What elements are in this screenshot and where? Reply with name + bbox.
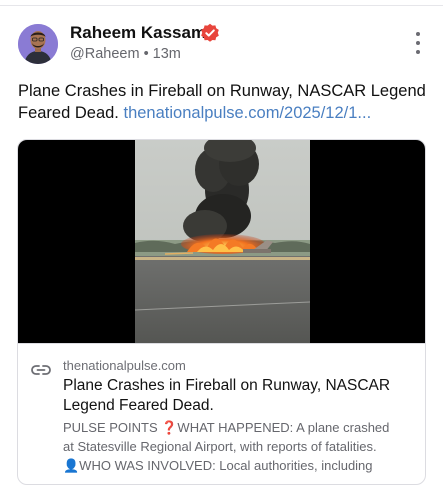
menu-dot xyxy=(416,32,420,36)
card-description-line: 👤WHO WAS INVOLVED: Local authorities, in… xyxy=(63,458,373,473)
card-body[interactable]: thenationalpulse.com Plane Crashes in Fi… xyxy=(18,343,425,484)
card-description: PULSE POINTS ❓WHAT HAPPENED: A plane cra… xyxy=(63,418,420,475)
author-meta: @Raheem • 13m xyxy=(70,46,181,62)
top-divider xyxy=(0,5,443,6)
card-description-line: PULSE POINTS ❓WHAT HAPPENED: A plane cra… xyxy=(63,420,390,435)
verified-badge-icon xyxy=(201,23,219,42)
card-title[interactable]: Plane Crashes in Fireball on Runway, NAS… xyxy=(63,376,418,416)
more-vertical-icon[interactable] xyxy=(408,30,428,56)
menu-dot xyxy=(416,41,420,45)
link-chain-icon xyxy=(31,365,51,375)
post-header: Raheem Kassam @Raheem • 13m xyxy=(18,22,428,66)
card-image[interactable] xyxy=(18,140,425,343)
menu-dot xyxy=(416,50,420,54)
post-time[interactable]: 13m xyxy=(153,46,181,62)
post-inline-link[interactable]: thenationalpulse.com/2025/12/1... xyxy=(124,104,372,122)
author-name[interactable]: Raheem Kassam xyxy=(70,23,206,43)
avatar-image xyxy=(18,24,58,64)
plane-crash-photo xyxy=(135,140,310,343)
meta-separator: • xyxy=(143,46,149,62)
card-description-line: at Statesville Regional Airport, with re… xyxy=(63,439,377,454)
link-card[interactable]: thenationalpulse.com Plane Crashes in Fi… xyxy=(17,139,426,485)
card-domain: thenationalpulse.com xyxy=(63,358,186,373)
author-handle[interactable]: @Raheem xyxy=(70,46,140,62)
post-text: Plane Crashes in Fireball on Runway, NAS… xyxy=(18,80,428,124)
avatar[interactable] xyxy=(18,24,58,64)
